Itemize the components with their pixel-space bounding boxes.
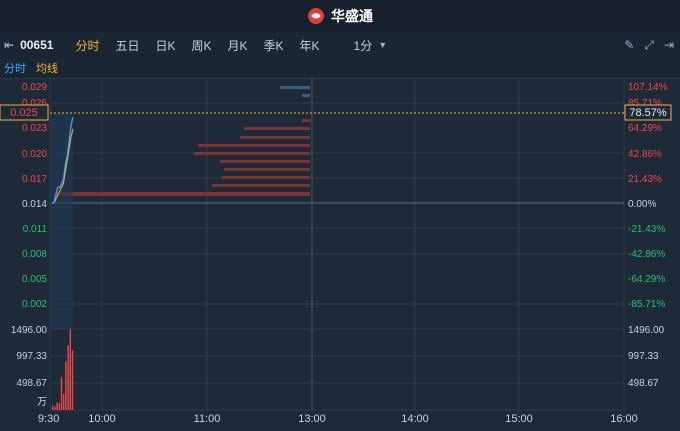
price-label: 0.008 bbox=[22, 249, 47, 260]
symbol-code: 00651 bbox=[20, 38, 54, 52]
indicator-bar: 分时 均线 bbox=[0, 58, 680, 79]
time-label: 10:00 bbox=[88, 413, 116, 425]
current-pct-tag: 78.57% bbox=[624, 104, 672, 121]
depth-bar bbox=[220, 160, 310, 163]
symbol-area: ⇤ 00651 bbox=[4, 38, 53, 52]
volume-bar bbox=[54, 406, 56, 410]
volume-bar bbox=[65, 361, 67, 410]
app-window: 华盛通 ⇤ 00651 分时 五日 日K 周K 月K 季K 年K 1分 ▼ ✎ … bbox=[0, 0, 680, 431]
time-label: 16:00 bbox=[610, 413, 638, 425]
depth-bar bbox=[302, 119, 311, 122]
volume-label: 997.33 bbox=[16, 351, 47, 362]
volume-bar bbox=[69, 329, 71, 410]
volume-label: 997.33 bbox=[628, 351, 659, 362]
toolbar: ⇤ 00651 分时 五日 日K 周K 月K 季K 年K 1分 ▼ ✎ ⤢ ⇥ bbox=[0, 32, 680, 59]
price-label: 0.029 bbox=[22, 82, 47, 93]
pct-label: 0.00% bbox=[628, 199, 656, 210]
volume-unit: 万 bbox=[37, 397, 47, 408]
depth-bar bbox=[244, 127, 310, 130]
time-label: 13:00 bbox=[298, 413, 326, 425]
pct-label: -85.71% bbox=[628, 299, 665, 310]
volume-bars bbox=[52, 329, 74, 410]
brand-logo-icon bbox=[308, 8, 324, 24]
period-label: 1分 bbox=[353, 38, 373, 53]
depth-bar bbox=[302, 94, 310, 97]
pct-label: 64.29% bbox=[628, 123, 662, 134]
current-price: 0.025 bbox=[10, 107, 38, 119]
volume-grid bbox=[49, 328, 625, 411]
time-label: 15:00 bbox=[505, 413, 533, 425]
time-label: 9:30 bbox=[38, 413, 59, 425]
brand: 华盛通 bbox=[307, 6, 373, 26]
tab-weekk[interactable]: 周K bbox=[183, 37, 219, 54]
pct-label: -64.29% bbox=[628, 274, 665, 285]
title-bar: 华盛通 bbox=[0, 0, 680, 33]
current-price-tag: 0.025 bbox=[0, 104, 49, 121]
indicator-price[interactable]: 分时 bbox=[4, 60, 26, 76]
volume-label: 1496.00 bbox=[11, 325, 48, 336]
intraday-chart[interactable]: 0.029 0.026 0.023 0.020 0.017 0.014 0.01… bbox=[0, 78, 680, 431]
current-pct: 78.57% bbox=[629, 107, 667, 119]
fullscreen-icon[interactable]: ⤢ bbox=[644, 38, 654, 53]
time-label: 14:00 bbox=[401, 413, 429, 425]
depth-bar bbox=[222, 176, 310, 179]
depth-bar bbox=[240, 136, 310, 139]
volume-axis-right: 1496.00 997.33 498.67 bbox=[628, 325, 665, 389]
indicator-avg[interactable]: 均线 bbox=[36, 60, 58, 76]
price-label: 0.002 bbox=[22, 299, 47, 310]
depth-bar bbox=[224, 168, 310, 171]
volume-axis-left: 1496.00 997.33 498.67 万 bbox=[11, 325, 48, 408]
volume-label: 498.67 bbox=[628, 378, 659, 389]
toolbar-tools: ✎ ⤢ ⇥ bbox=[624, 32, 674, 58]
price-label: 0.005 bbox=[22, 274, 47, 285]
time-axis: 9:30 10:00 11:00 13:00 14:00 15:00 16:00 bbox=[38, 413, 638, 425]
volume-bar bbox=[58, 403, 60, 410]
volume-bar bbox=[60, 377, 63, 410]
depth-bar bbox=[194, 152, 310, 155]
pct-label: 42.86% bbox=[628, 149, 662, 160]
pen-icon[interactable]: ✎ bbox=[624, 38, 634, 52]
volume-bar bbox=[67, 345, 69, 410]
tab-quarterk[interactable]: 季K bbox=[256, 37, 292, 54]
price-label: 0.020 bbox=[22, 149, 47, 160]
pct-label: 21.43% bbox=[628, 174, 662, 185]
price-label: 0.017 bbox=[22, 174, 47, 185]
depth-bar bbox=[212, 184, 310, 187]
back-icon[interactable]: ⇤ bbox=[4, 38, 14, 52]
price-label: 0.014 bbox=[22, 199, 47, 210]
tab-dayk[interactable]: 日K bbox=[147, 37, 183, 54]
depth-bar bbox=[198, 144, 310, 147]
price-label: 0.023 bbox=[22, 123, 47, 134]
volume-bar bbox=[63, 393, 65, 410]
volume-label: 498.67 bbox=[16, 378, 47, 389]
app-name: 华盛通 bbox=[331, 8, 373, 24]
depth-bar bbox=[280, 86, 310, 89]
pct-label: 107.14% bbox=[628, 82, 668, 93]
price-label: 0.011 bbox=[23, 224, 48, 235]
volume-bar bbox=[71, 350, 74, 410]
volume-bar bbox=[52, 405, 54, 410]
volume-label: 1496.00 bbox=[628, 325, 665, 336]
pct-label: -21.43% bbox=[628, 224, 665, 235]
pct-label: -42.86% bbox=[628, 249, 665, 260]
time-label: 11:00 bbox=[194, 413, 221, 425]
tab-monthk[interactable]: 月K bbox=[220, 37, 256, 54]
tab-yeark[interactable]: 年K bbox=[292, 37, 328, 54]
tab-intraday[interactable]: 分时 bbox=[67, 37, 107, 54]
tab-5day[interactable]: 五日 bbox=[107, 37, 147, 54]
chevron-down-icon: ▼ bbox=[378, 40, 388, 50]
volume-bar bbox=[56, 402, 58, 410]
price-grid bbox=[49, 78, 625, 410]
depth-bar bbox=[54, 192, 310, 196]
pin-icon[interactable]: ⇥ bbox=[664, 38, 674, 52]
period-dropdown[interactable]: 1分 ▼ bbox=[346, 37, 396, 54]
